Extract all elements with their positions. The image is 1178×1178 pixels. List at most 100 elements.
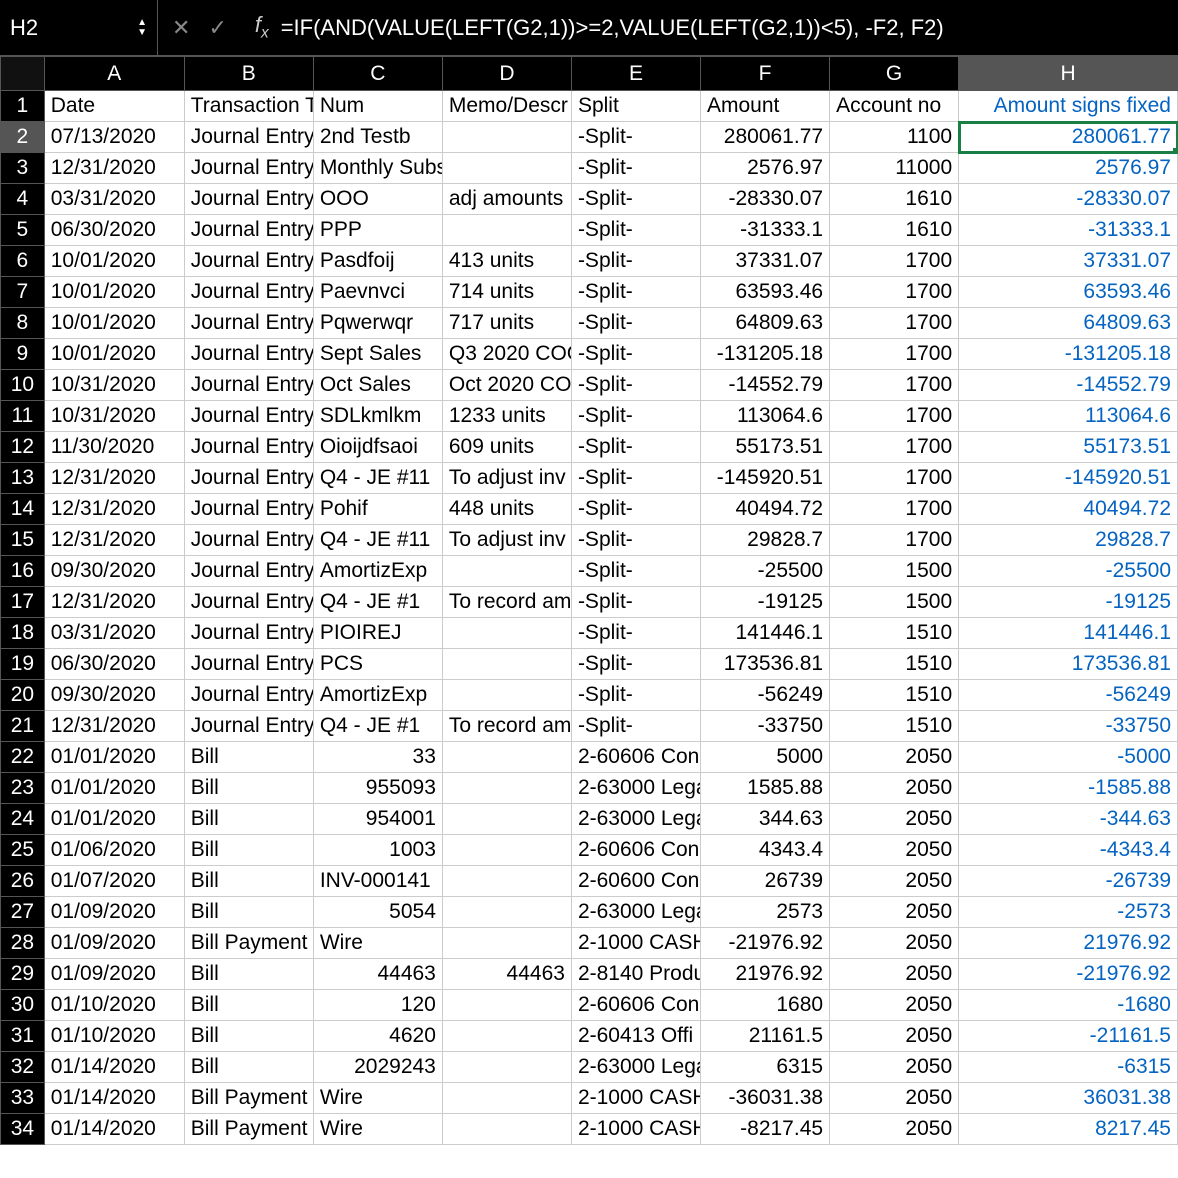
cell-C3[interactable]: Monthly Subscription xyxy=(313,153,442,184)
cell-G13[interactable]: 1700 xyxy=(830,463,959,494)
cell-D17[interactable]: To record am xyxy=(442,587,571,618)
cell-G16[interactable]: 1500 xyxy=(830,556,959,587)
row-6[interactable]: 6 xyxy=(1,246,45,277)
cell-E15[interactable]: -Split- xyxy=(571,525,700,556)
header-account[interactable]: Account no xyxy=(830,91,959,122)
cell-H12[interactable]: 55173.51 xyxy=(959,432,1178,463)
cell-D7[interactable]: 714 units xyxy=(442,277,571,308)
row-14[interactable]: 14 xyxy=(1,494,45,525)
row-31[interactable]: 31 xyxy=(1,1021,45,1052)
cell-G30[interactable]: 2050 xyxy=(830,990,959,1021)
cell-F30[interactable]: 1680 xyxy=(701,990,830,1021)
cell-C16[interactable]: AmortizExp xyxy=(313,556,442,587)
cell-C6[interactable]: Pasdfoij xyxy=(313,246,442,277)
cell-C8[interactable]: Pqwerwqr xyxy=(313,308,442,339)
cell-A26[interactable]: 01/07/2020 xyxy=(44,866,184,897)
cell-G26[interactable]: 2050 xyxy=(830,866,959,897)
cell-G8[interactable]: 1700 xyxy=(830,308,959,339)
cell-A33[interactable]: 01/14/2020 xyxy=(44,1083,184,1114)
cell-D34[interactable] xyxy=(442,1114,571,1145)
cell-D25[interactable] xyxy=(442,835,571,866)
cell-F34[interactable]: -8217.45 xyxy=(701,1114,830,1145)
header-amount-fixed[interactable]: Amount signs fixed xyxy=(959,91,1178,122)
cell-E16[interactable]: -Split- xyxy=(571,556,700,587)
cell-F18[interactable]: 141446.1 xyxy=(701,618,830,649)
cell-C11[interactable]: SDLkmlkm xyxy=(313,401,442,432)
cell-D30[interactable] xyxy=(442,990,571,1021)
cell-B32[interactable]: Bill xyxy=(184,1052,313,1083)
cell-E29[interactable]: 2-8140 Produ xyxy=(571,959,700,990)
cell-H26[interactable]: -26739 xyxy=(959,866,1178,897)
cell-A19[interactable]: 06/30/2020 xyxy=(44,649,184,680)
cell-F5[interactable]: -31333.1 xyxy=(701,215,830,246)
cell-E26[interactable]: 2-60600 Con xyxy=(571,866,700,897)
cell-E31[interactable]: 2-60413 Offi xyxy=(571,1021,700,1052)
header-split[interactable]: Split xyxy=(571,91,700,122)
cell-G2[interactable]: 1100 xyxy=(830,122,959,153)
cell-E5[interactable]: -Split- xyxy=(571,215,700,246)
cell-B17[interactable]: Journal Entry xyxy=(184,587,313,618)
cell-A28[interactable]: 01/09/2020 xyxy=(44,928,184,959)
stepper-up-icon[interactable]: ▲ xyxy=(137,18,147,28)
cell-F33[interactable]: -36031.38 xyxy=(701,1083,830,1114)
row-11[interactable]: 11 xyxy=(1,401,45,432)
cell-H18[interactable]: 141446.1 xyxy=(959,618,1178,649)
cell-G27[interactable]: 2050 xyxy=(830,897,959,928)
cell-D22[interactable] xyxy=(442,742,571,773)
cell-A27[interactable]: 01/09/2020 xyxy=(44,897,184,928)
row-20[interactable]: 20 xyxy=(1,680,45,711)
cancel-icon[interactable]: ✕ xyxy=(172,15,190,41)
row-30[interactable]: 30 xyxy=(1,990,45,1021)
cell-B16[interactable]: Journal Entry xyxy=(184,556,313,587)
cell-B9[interactable]: Journal Entry xyxy=(184,339,313,370)
cell-A29[interactable]: 01/09/2020 xyxy=(44,959,184,990)
cell-B18[interactable]: Journal Entry xyxy=(184,618,313,649)
cell-B13[interactable]: Journal Entry xyxy=(184,463,313,494)
cell-G21[interactable]: 1510 xyxy=(830,711,959,742)
cell-G3[interactable]: 11000 xyxy=(830,153,959,184)
cell-C29[interactable]: 44463 xyxy=(313,959,442,990)
formula-input[interactable] xyxy=(275,15,1178,41)
cell-D32[interactable] xyxy=(442,1052,571,1083)
cell-D28[interactable] xyxy=(442,928,571,959)
cell-H32[interactable]: -6315 xyxy=(959,1052,1178,1083)
cell-A4[interactable]: 03/31/2020 xyxy=(44,184,184,215)
row-19[interactable]: 19 xyxy=(1,649,45,680)
cell-H16[interactable]: -25500 xyxy=(959,556,1178,587)
cell-H14[interactable]: 40494.72 xyxy=(959,494,1178,525)
col-E[interactable]: E xyxy=(571,57,700,91)
cell-F28[interactable]: -21976.92 xyxy=(701,928,830,959)
cell-H33[interactable]: 36031.38 xyxy=(959,1083,1178,1114)
cell-H20[interactable]: -56249 xyxy=(959,680,1178,711)
cell-H25[interactable]: -4343.4 xyxy=(959,835,1178,866)
row-17[interactable]: 17 xyxy=(1,587,45,618)
cell-B19[interactable]: Journal Entry xyxy=(184,649,313,680)
cell-H10[interactable]: -14552.79 xyxy=(959,370,1178,401)
cell-H23[interactable]: -1585.88 xyxy=(959,773,1178,804)
cell-D29[interactable]: 44463 xyxy=(442,959,571,990)
cell-G24[interactable]: 2050 xyxy=(830,804,959,835)
cell-A13[interactable]: 12/31/2020 xyxy=(44,463,184,494)
cell-D4[interactable]: adj amounts xyxy=(442,184,571,215)
cell-H29[interactable]: -21976.92 xyxy=(959,959,1178,990)
cell-F7[interactable]: 63593.46 xyxy=(701,277,830,308)
cell-E17[interactable]: -Split- xyxy=(571,587,700,618)
cell-B28[interactable]: Bill Payment xyxy=(184,928,313,959)
cell-C10[interactable]: Oct Sales xyxy=(313,370,442,401)
cell-C32[interactable]: 2029243 xyxy=(313,1052,442,1083)
cell-C23[interactable]: 955093 xyxy=(313,773,442,804)
cell-G4[interactable]: 1610 xyxy=(830,184,959,215)
cell-F27[interactable]: 2573 xyxy=(701,897,830,928)
cell-A5[interactable]: 06/30/2020 xyxy=(44,215,184,246)
cell-A24[interactable]: 01/01/2020 xyxy=(44,804,184,835)
accept-icon[interactable]: ✓ xyxy=(208,15,226,41)
cell-H4[interactable]: -28330.07 xyxy=(959,184,1178,215)
row-22[interactable]: 22 xyxy=(1,742,45,773)
cell-E2[interactable]: -Split- xyxy=(571,122,700,153)
cell-D15[interactable]: To adjust inv xyxy=(442,525,571,556)
cell-D8[interactable]: 717 units xyxy=(442,308,571,339)
cell-E14[interactable]: -Split- xyxy=(571,494,700,525)
cell-B27[interactable]: Bill xyxy=(184,897,313,928)
cell-B15[interactable]: Journal Entry xyxy=(184,525,313,556)
cell-G22[interactable]: 2050 xyxy=(830,742,959,773)
